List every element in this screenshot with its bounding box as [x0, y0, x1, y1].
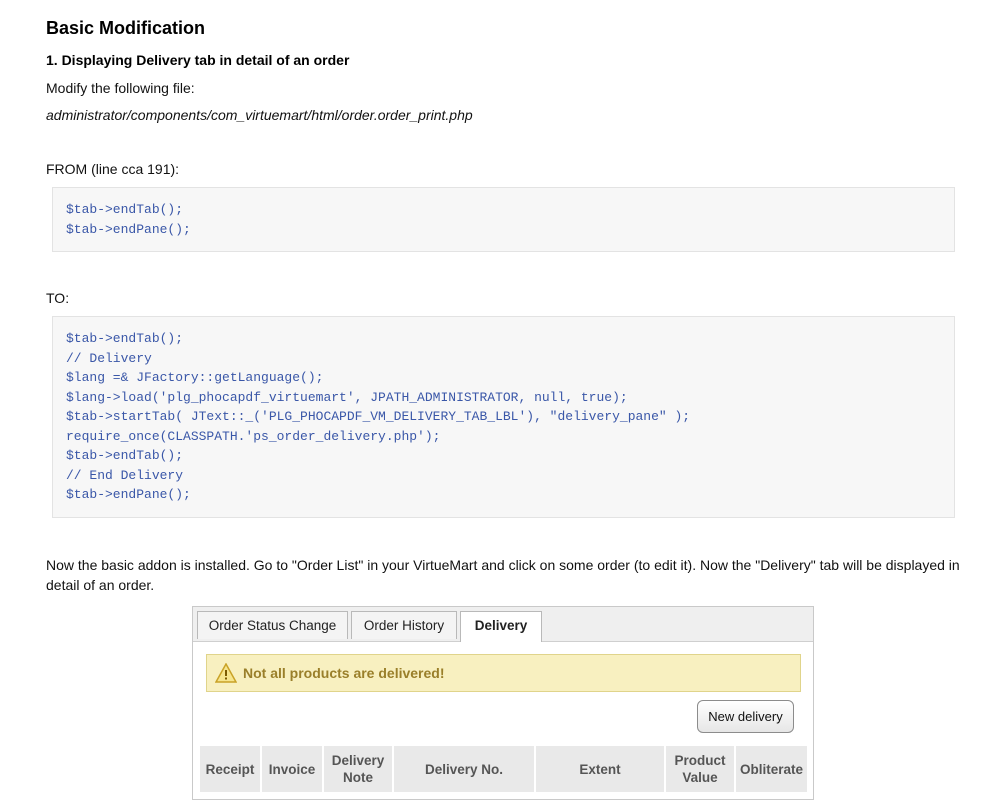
tab-order-status-change[interactable]: Order Status Change — [197, 611, 348, 639]
warning-icon — [214, 662, 238, 683]
column-header: Obliterate — [736, 746, 807, 792]
delivery-table-header: Receipt Invoice Delivery Note Delivery N… — [200, 746, 807, 792]
code-line: $tab->endTab(); — [66, 331, 184, 346]
column-header: Invoice — [262, 746, 324, 792]
page-heading: Basic Modification — [46, 18, 206, 38]
code-block-from: $tab->endTab(); $tab->endPane(); — [52, 187, 955, 252]
section-heading: 1. Displaying Delivery tab in detail of … — [46, 52, 350, 68]
code-line: $tab->endPane(); — [66, 487, 191, 502]
code-line: $tab->endTab(); — [66, 202, 184, 217]
column-header: Product Value — [666, 746, 736, 792]
warning-alert: Not all products are delivered! — [206, 654, 801, 692]
code-line: $lang =& JFactory::getLanguage(); — [66, 370, 324, 385]
tab-order-history[interactable]: Order History — [351, 611, 457, 639]
tab-bar: Order Status Change Order History Delive… — [193, 607, 813, 642]
from-label: FROM (line cca 191): — [46, 161, 180, 177]
code-line: // Delivery — [66, 350, 152, 366]
code-block-to: $tab->endTab(); // Delivery $lang =& JFa… — [52, 316, 955, 518]
code-line: $tab->endTab(); — [66, 448, 184, 463]
code-line: $lang->load('plg_phocapdf_virtuemart', J… — [66, 389, 628, 405]
column-header: Extent — [536, 746, 666, 792]
column-header: Delivery Note — [324, 746, 394, 792]
code-line: $tab->startTab( JText::_('PLG_PHOCAPDF_V… — [66, 409, 691, 424]
file-path: administrator/components/com_virtuemart/… — [46, 107, 473, 123]
to-label: TO: — [46, 290, 70, 306]
instructions-text: Now the basic addon is installed. Go to … — [46, 557, 960, 593]
code-line: // End Delivery — [66, 467, 184, 483]
modify-text: Modify the following file: — [46, 80, 195, 96]
column-header: Delivery No. — [394, 746, 536, 792]
new-delivery-button[interactable]: New delivery — [697, 700, 794, 733]
code-line: require_once(CLASSPATH.'ps_order_deliver… — [66, 428, 441, 444]
column-header: Receipt — [200, 746, 262, 792]
delivery-screenshot: Order Status Change Order History Delive… — [192, 606, 814, 800]
code-line: $tab->endPane(); — [66, 221, 191, 237]
tab-delivery[interactable]: Delivery — [460, 611, 542, 642]
alert-text: Not all products are delivered! — [243, 665, 445, 681]
